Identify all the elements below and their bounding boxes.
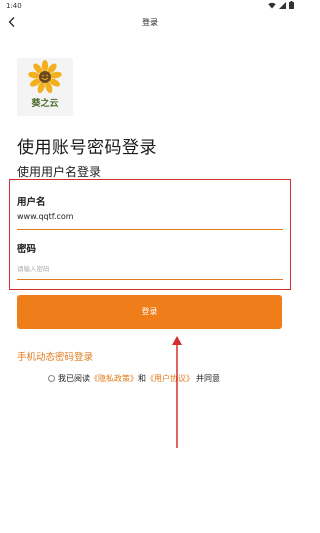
annotation-arrow xyxy=(172,336,182,448)
